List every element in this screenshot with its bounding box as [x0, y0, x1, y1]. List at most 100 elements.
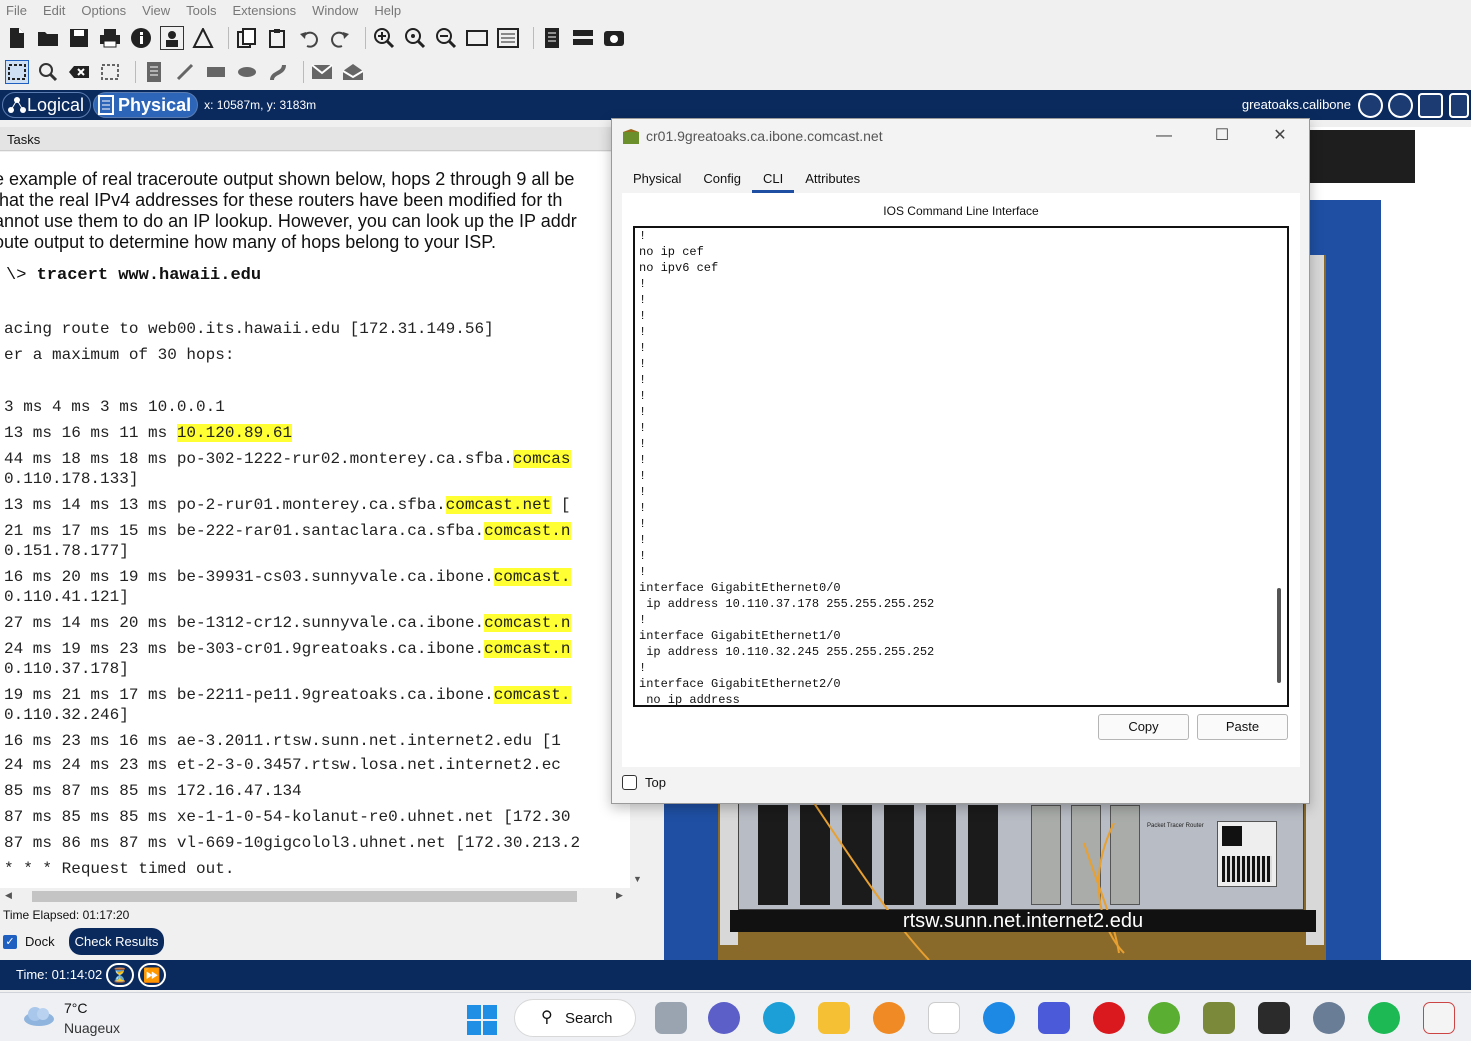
- fast-forward-icon[interactable]: ⏩: [138, 963, 166, 987]
- tab-cli[interactable]: CLI: [752, 165, 795, 193]
- menu-options[interactable]: Options: [81, 3, 126, 18]
- tasks-content: e example of real traceroute output show…: [0, 152, 632, 888]
- activity-wizard-icon[interactable]: [160, 26, 184, 50]
- start-menu-icon[interactable]: [467, 1005, 497, 1035]
- hop-text: 3 ms 4 ms 3 ms 10.0.0.1: [4, 398, 225, 416]
- notes-icon[interactable]: [540, 26, 564, 50]
- minimize-icon[interactable]: —: [1144, 124, 1184, 148]
- maximize-icon[interactable]: ☐: [1202, 124, 1242, 148]
- menu-window[interactable]: Window: [312, 3, 358, 18]
- tab-config[interactable]: Config: [692, 165, 752, 193]
- draw-line-icon[interactable]: [173, 60, 197, 84]
- snipping-tool-icon[interactable]: [1423, 1002, 1455, 1034]
- menu-tools[interactable]: Tools: [186, 3, 216, 18]
- trace-hop-line: 21 ms 17 ms 15 ms be-222-rar01.santaclar…: [4, 522, 571, 540]
- top-checkbox[interactable]: [622, 775, 637, 790]
- coordinates-readout: x: 10587m, y: 3183m: [204, 98, 317, 112]
- dock-checkbox[interactable]: ✓: [3, 934, 17, 949]
- opera-browser-icon[interactable]: [1093, 1002, 1125, 1034]
- resize-shape-icon[interactable]: [98, 60, 122, 84]
- menu-view[interactable]: View: [142, 3, 170, 18]
- hop-text: 16 ms 20 ms 19 ms be-39931-cs03.sunnyval…: [4, 568, 494, 586]
- menu-extensions[interactable]: Extensions: [232, 3, 296, 18]
- copilot-icon[interactable]: [1038, 1002, 1070, 1034]
- edge-browser-icon[interactable]: [763, 1002, 795, 1034]
- task-view-icon[interactable]: [655, 1002, 687, 1034]
- print-icon[interactable]: [98, 26, 122, 50]
- logical-mode-button[interactable]: Logical: [2, 92, 92, 118]
- vpn-shield-icon[interactable]: [873, 1002, 905, 1034]
- menu-edit[interactable]: Edit: [43, 3, 65, 18]
- close-icon[interactable]: ✕: [1260, 124, 1300, 148]
- hop-text: 0.110.32.246]: [4, 706, 129, 724]
- info-icon[interactable]: [129, 26, 153, 50]
- drawing-palette-icon[interactable]: [465, 26, 489, 50]
- trace-hop-line: 0.110.41.121]: [4, 588, 129, 606]
- screenshot-icon[interactable]: [602, 26, 626, 50]
- menu-file[interactable]: File: [6, 3, 27, 18]
- paste-icon[interactable]: [266, 26, 290, 50]
- spotify-icon[interactable]: [1368, 1002, 1400, 1034]
- navigation-compass-icon[interactable]: [1358, 93, 1383, 118]
- inspect-icon[interactable]: [36, 60, 60, 84]
- hop-text: 13 ms 14 ms 13 ms po-2-rur01.monterey.ca…: [4, 496, 446, 514]
- check-results-button[interactable]: Check Results: [68, 928, 165, 955]
- cli-terminal[interactable]: ! no ip cef no ipv6 cef ! ! ! ! ! ! ! ! …: [633, 226, 1289, 707]
- menu-help[interactable]: Help: [374, 3, 401, 18]
- zoom-out-icon[interactable]: [434, 26, 458, 50]
- torrent-client-icon[interactable]: [1148, 1002, 1180, 1034]
- chat-icon[interactable]: [708, 1002, 740, 1034]
- physical-mode-button[interactable]: Physical: [93, 92, 199, 118]
- instruction-line: that the real IPv4 addresses for these r…: [0, 190, 563, 210]
- hop-text-tail: [: [551, 496, 571, 514]
- back-arrow-icon[interactable]: [1388, 93, 1413, 118]
- pdu-list-icon[interactable]: [571, 26, 595, 50]
- toolbar-separator: [303, 61, 304, 83]
- draw-rectangle-icon[interactable]: [204, 60, 228, 84]
- top-label: Top: [645, 775, 666, 790]
- edit-toolbar: [0, 58, 1471, 86]
- scroll-left-icon[interactable]: ◀: [5, 890, 12, 901]
- tab-attributes[interactable]: Attributes: [794, 165, 872, 193]
- settings-gear-icon[interactable]: [1313, 1002, 1345, 1034]
- viewport-icon[interactable]: [1449, 93, 1469, 118]
- place-note-icon[interactable]: [142, 60, 166, 84]
- redo-icon[interactable]: [328, 26, 352, 50]
- weather-temperature[interactable]: 7°C: [64, 1000, 88, 1016]
- delete-icon[interactable]: [67, 60, 91, 84]
- set-tiled-background-icon[interactable]: [1418, 93, 1443, 118]
- custom-devices-icon[interactable]: [496, 26, 520, 50]
- user-profile-icon[interactable]: [191, 26, 215, 50]
- microsoft-store-icon[interactable]: [928, 1002, 960, 1034]
- select-icon[interactable]: [5, 60, 29, 84]
- taskbar-search[interactable]: ⚲ Search: [514, 999, 636, 1037]
- trace-hop-line: 87 ms 85 ms 85 ms xe-1-1-0-54-kolanut-re…: [4, 808, 571, 826]
- simple-pdu-icon[interactable]: [310, 60, 334, 84]
- terminal-icon[interactable]: [1258, 1002, 1290, 1034]
- packet-tracer-icon[interactable]: [1203, 1002, 1235, 1034]
- tasks-horizontal-scrollbar[interactable]: ◀ ▶: [0, 888, 632, 904]
- paste-button[interactable]: Paste: [1197, 714, 1288, 740]
- scroll-right-icon[interactable]: ▶: [616, 890, 623, 901]
- copy-icon[interactable]: [235, 26, 259, 50]
- power-cycle-icon[interactable]: ⏳: [106, 963, 134, 987]
- weather-description[interactable]: Nuageux: [64, 1020, 120, 1036]
- horizontal-scroll-thumb[interactable]: [32, 891, 577, 902]
- location-breadcrumb[interactable]: greatoaks.calibone: [1242, 97, 1351, 112]
- freeform-icon[interactable]: [266, 60, 290, 84]
- complex-pdu-icon[interactable]: [341, 60, 365, 84]
- scroll-down-icon[interactable]: ▼: [633, 874, 642, 884]
- help-app-icon[interactable]: [983, 1002, 1015, 1034]
- tab-physical[interactable]: Physical: [622, 165, 693, 193]
- open-folder-icon[interactable]: [36, 26, 60, 50]
- terminal-scrollbar[interactable]: [1277, 588, 1281, 683]
- hop-text: 16 ms 23 ms 16 ms ae-3.2011.rtsw.sunn.ne…: [4, 732, 561, 750]
- file-explorer-icon[interactable]: [818, 1002, 850, 1034]
- undo-icon[interactable]: [297, 26, 321, 50]
- zoom-reset-icon[interactable]: [403, 26, 427, 50]
- copy-button[interactable]: Copy: [1098, 714, 1189, 740]
- new-file-icon[interactable]: [5, 26, 29, 50]
- draw-ellipse-icon[interactable]: [235, 60, 259, 84]
- zoom-in-icon[interactable]: [372, 26, 396, 50]
- save-icon[interactable]: [67, 26, 91, 50]
